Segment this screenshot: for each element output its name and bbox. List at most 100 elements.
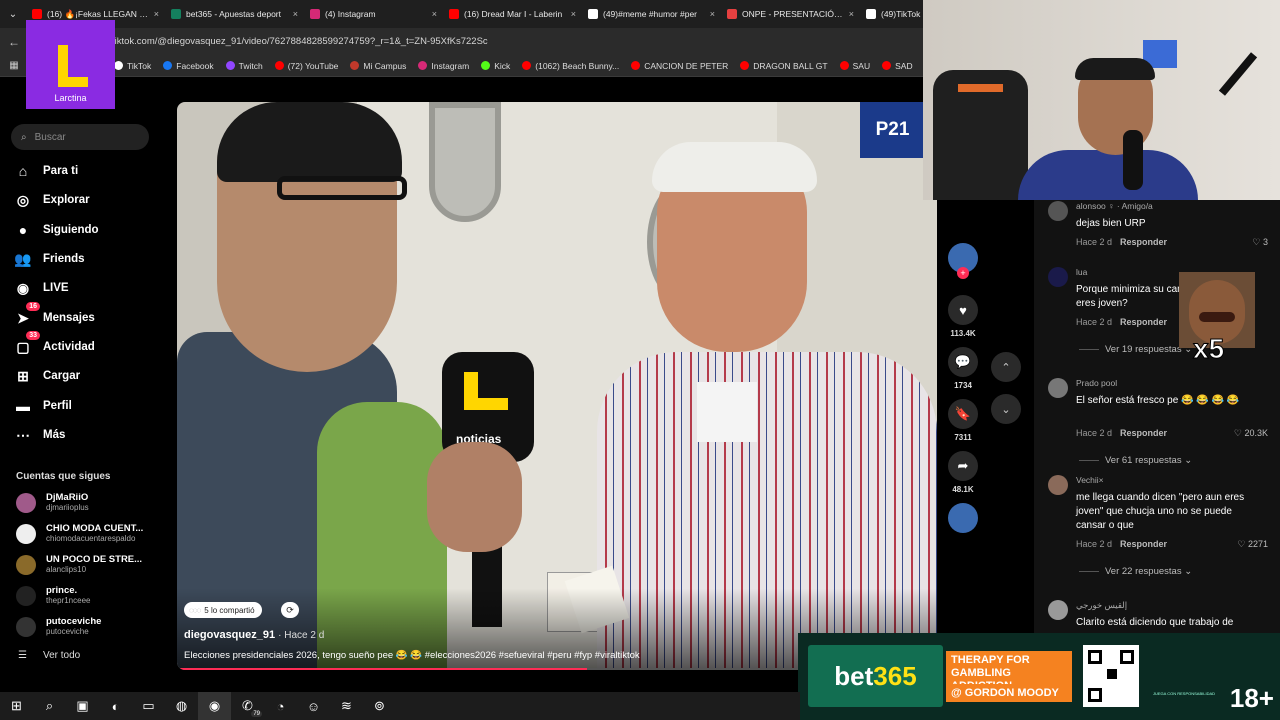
creator-avatar[interactable]: + — [948, 243, 978, 279]
sidebar-item-label: Cargar — [43, 370, 81, 382]
tab-close-icon[interactable]: × — [571, 9, 576, 19]
bookmark-item[interactable]: TikTok — [114, 61, 151, 71]
followed-account[interactable]: DjMaRiiO djmariioplus — [16, 493, 89, 513]
bookmark-item[interactable]: Instagram — [418, 61, 469, 71]
avatar[interactable] — [1048, 201, 1068, 221]
comment-icon[interactable]: 💬 — [948, 347, 978, 377]
bookmark-item[interactable]: (1062) Beach Bunny... — [522, 61, 619, 71]
followed-account[interactable]: CHIO MODA CUENT... chiomodacuentarespaldo — [16, 524, 143, 544]
followed-account[interactable]: UN POCO DE STRE... alanclips10 — [16, 555, 142, 575]
sidebar-item-para-ti[interactable]: ⌂ Para ti — [14, 162, 78, 180]
spotify-icon[interactable]: ≋ — [330, 692, 363, 720]
tab-close-icon[interactable]: × — [432, 9, 437, 19]
chrome-icon[interactable]: ◉ — [198, 692, 231, 720]
steam-icon[interactable]: ◔ — [264, 692, 297, 720]
apps-grid-icon[interactable]: ▦ — [0, 60, 28, 71]
task-view-icon[interactable]: ▣ — [66, 692, 99, 720]
bookmark-item[interactable]: SAD — [882, 61, 913, 71]
tab-close-icon[interactable]: × — [849, 9, 854, 19]
next-video-icon[interactable]: ⌄ — [991, 394, 1021, 424]
sound-disc-icon[interactable] — [948, 503, 978, 533]
file-explorer-icon[interactable]: ▭ — [132, 692, 165, 720]
video-player[interactable]: P21 noticias ◌◌◌ 5 lo compartió ⟳ diegov… — [177, 102, 937, 670]
obs-studio-icon[interactable]: ⊚ — [363, 692, 396, 720]
comment-user[interactable]: Prado pool — [1076, 378, 1117, 388]
see-all-link[interactable]: ☰ Ver todo — [18, 650, 80, 661]
avatar[interactable] — [1048, 475, 1068, 495]
sidebar-item-actividad[interactable]: ▢ 33 Actividad — [14, 331, 95, 356]
bookmark-favicon-icon — [882, 61, 892, 70]
sidebar-item-mensajes[interactable]: ➤ 16 Mensajes — [14, 302, 95, 327]
view-replies-button[interactable]: Ver 22 respuestas ⌄ — [1079, 566, 1192, 577]
comment-like-count[interactable]: ♡ 20.3K — [1234, 428, 1268, 439]
bookmark-item[interactable]: DRAGON BALL GT — [740, 61, 828, 71]
browser-tab[interactable]: (16) Dread Mar I - Laberin × — [443, 0, 582, 28]
bookmark-item[interactable]: Facebook — [163, 61, 214, 71]
heart-icon[interactable]: ♥ — [948, 295, 978, 325]
comment-user[interactable]: إلقيس خورجي — [1076, 600, 1127, 611]
save-action[interactable]: 🔖 7311 — [948, 399, 978, 442]
sidebar-item-friends[interactable]: 👥 Friends — [14, 250, 84, 268]
video-author[interactable]: diegovasquez_91 · Hace 2 d — [184, 629, 324, 641]
share-icon[interactable]: ➦ — [948, 451, 978, 481]
back-icon[interactable]: ← — [0, 35, 28, 49]
bookmark-label: TikTok — [127, 60, 152, 71]
like-action[interactable]: ♥ 113.4K — [948, 295, 978, 338]
sidebar-item-perfil[interactable]: ▬ Perfil — [14, 397, 72, 415]
discord-icon[interactable]: ☺ — [297, 692, 330, 720]
author-name[interactable]: diegovasquez_91 — [184, 629, 275, 641]
edge-icon[interactable]: ◐ — [99, 692, 132, 720]
followed-account[interactable]: putoceviche putoceviche — [16, 617, 101, 637]
sidebar-item-siguiendo[interactable]: ● Siguiendo — [14, 221, 99, 239]
reply-button[interactable]: Responder — [1120, 317, 1167, 327]
browser-tab[interactable]: (49)#meme #humor #per × — [582, 0, 721, 28]
sidebar-item-live[interactable]: ◉ LIVE — [14, 279, 69, 297]
follow-plus-icon[interactable]: + — [957, 267, 969, 279]
share-action[interactable]: ➦ 48.1K — [948, 451, 978, 494]
browser-tab[interactable]: bet365 - Apuestas deport × — [165, 0, 304, 28]
bookmark-item[interactable]: Kick — [481, 61, 510, 71]
reply-button[interactable]: Responder — [1120, 428, 1167, 438]
obs-icon[interactable]: ◍ — [165, 692, 198, 720]
bookmark-item[interactable]: CANCION DE PETER — [631, 61, 728, 71]
repost-icon[interactable]: ⟳ — [281, 602, 299, 618]
avatar[interactable] — [1048, 267, 1068, 287]
comment-action[interactable]: 💬 1734 — [948, 347, 978, 390]
bookmark-item[interactable]: (72) YouTube — [274, 61, 338, 71]
reply-button[interactable]: Responder — [1120, 539, 1167, 549]
search-input[interactable]: ⌕ Buscar — [11, 124, 149, 150]
bookmark-item[interactable]: Mi Campus — [350, 61, 406, 71]
shared-pill[interactable]: ◌◌◌ 5 lo compartió — [184, 602, 262, 618]
sidebar-item-cargar[interactable]: ⊞ Cargar — [14, 367, 80, 385]
comment-like-count[interactable]: ♡ 3 — [1252, 237, 1268, 248]
comment-user[interactable]: lua — [1076, 267, 1087, 277]
tab-close-icon[interactable]: × — [710, 9, 715, 19]
meme-multiplier: x5 — [1192, 333, 1225, 365]
bookmark-item[interactable]: SAU — [839, 61, 870, 71]
tab-close-icon[interactable]: × — [293, 9, 298, 19]
followed-account[interactable]: prince. thepr1nceee — [16, 586, 90, 606]
notification-badge: 33 — [26, 331, 40, 340]
windows-start-icon[interactable]: ⊞ — [0, 692, 33, 720]
comment-user[interactable]: Vechii× — [1076, 475, 1104, 485]
reply-button[interactable]: Responder — [1120, 237, 1167, 247]
sidebar-item-explorar[interactable]: ◎ Explorar — [14, 191, 90, 209]
bookmark-icon[interactable]: 🔖 — [948, 399, 978, 429]
bookmark-item[interactable]: Twitch — [225, 61, 263, 71]
view-replies-button[interactable]: Ver 19 respuestas ⌄ — [1079, 344, 1192, 355]
browser-tab[interactable]: (4) Instagram × — [304, 0, 443, 28]
comment-like-count[interactable]: ♡ 2271 — [1237, 539, 1268, 550]
search-icon[interactable]: ⌕ — [33, 692, 66, 720]
avatar[interactable] — [1048, 378, 1068, 398]
view-replies-button[interactable]: Ver 61 respuestas ⌄ — [1079, 455, 1192, 466]
previous-video-icon[interactable]: ⌃ — [991, 352, 1021, 382]
tab-search-icon[interactable]: ⌄ — [0, 0, 26, 28]
tab-close-icon[interactable]: × — [154, 9, 159, 19]
sound-avatar[interactable] — [948, 503, 978, 533]
browser-tab[interactable]: ONPE - PRESENTACIÓN D × — [721, 0, 860, 28]
avatar[interactable] — [1048, 600, 1068, 620]
comment-user[interactable]: alonsoo ♀ · Amigo/a — [1076, 201, 1153, 211]
sidebar-item-más[interactable]: ⋯ Más — [14, 426, 65, 444]
whatsapp-icon[interactable]: ✆ 79 — [231, 692, 264, 720]
url-field[interactable]: tiktok.com/@diegovasquez_91/video/762788… — [112, 36, 488, 47]
